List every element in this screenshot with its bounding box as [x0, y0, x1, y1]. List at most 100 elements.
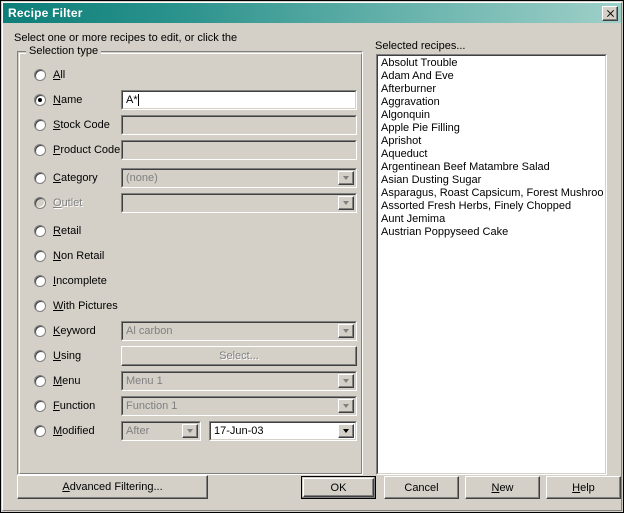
radio-menu[interactable]: Menu [34, 370, 81, 392]
list-item[interactable]: Adam And Eve [379, 70, 604, 83]
option-row-name: Name A* [18, 89, 362, 111]
list-item[interactable]: Aprishot [379, 135, 604, 148]
close-icon[interactable] [602, 5, 618, 21]
radio-label-retail: Retail [53, 225, 82, 237]
option-row-product-code: Product Code [18, 139, 362, 161]
radio-button-using-icon [34, 350, 46, 362]
cancel-button[interactable]: Cancel [384, 476, 459, 499]
option-row-menu: Menu Menu 1 [18, 370, 362, 392]
radio-button-incomplete-icon [34, 275, 46, 287]
field-value-menu: Menu 1 [126, 375, 163, 387]
chevron-down-icon [338, 374, 354, 388]
textbox-name[interactable]: A* [121, 90, 357, 110]
list-item[interactable]: Asparagus, Roast Capsicum, Forest Mushro… [379, 187, 604, 200]
textbox-product-code [121, 140, 357, 160]
radio-name[interactable]: Name [34, 89, 82, 111]
option-row-with-pictures: With Pictures [18, 295, 362, 317]
select-button-label: Select... [219, 350, 259, 362]
option-row-non-retail: Non Retail [18, 245, 362, 267]
selection-type-groupbox: Selection type All Name A* Stock Code Produc… [17, 45, 363, 475]
radio-retail[interactable]: Retail [34, 220, 81, 242]
ok-button-face: OK [303, 478, 374, 497]
radio-button-product-code-icon [34, 144, 46, 156]
list-item[interactable]: Argentinean Beef Matambre Salad [379, 161, 604, 174]
field-value-name: A* [126, 94, 138, 106]
radio-non-retail[interactable]: Non Retail [34, 245, 104, 267]
list-item[interactable]: Apple Pie Filling [379, 122, 604, 135]
new-button-label: New [491, 481, 514, 494]
option-row-modified: Modified After 17-Jun-03 [18, 420, 362, 442]
list-item[interactable]: Aggravation [379, 96, 604, 109]
field-value-keyword: Al carbon [126, 325, 173, 337]
radio-button-all-icon [34, 69, 46, 81]
option-row-function: Function Function 1 [18, 395, 362, 417]
radio-label-stock-code: Stock Code [53, 119, 110, 131]
radio-button-modified-icon [34, 425, 46, 437]
help-button-label: Help [572, 481, 595, 494]
radio-product-code[interactable]: Product Code [34, 139, 120, 161]
radio-all[interactable]: All [34, 64, 65, 86]
field-value-function: Function 1 [126, 400, 178, 412]
list-item[interactable]: Afterburner [379, 83, 604, 96]
chevron-down-icon [338, 196, 354, 210]
datepicker-modified[interactable]: 17-Jun-03 [209, 421, 357, 441]
radio-button-retail-icon [34, 225, 46, 237]
chevron-down-icon [338, 171, 354, 185]
help-button[interactable]: Help [546, 476, 621, 499]
option-row-category: Category (none) [18, 167, 362, 189]
list-item[interactable]: Assorted Fresh Herbs, Finely Chopped [379, 200, 604, 213]
field-inner-bevel [122, 91, 356, 109]
option-row-outlet: Outlet [18, 192, 362, 214]
list-item[interactable]: Aunt Jemima [379, 213, 604, 226]
dialog-client-area: Select one or more recipes to edit, or c… [3, 24, 621, 510]
radio-with-pictures[interactable]: With Pictures [34, 295, 118, 317]
selected-recipes-listbox[interactable]: Absolut Trouble Adam And Eve Afterburner Ag… [376, 54, 607, 475]
list-item[interactable]: Austrian Poppyseed Cake [379, 226, 604, 239]
field-value-category: (none) [126, 172, 158, 184]
combobox-category: (none) [121, 168, 357, 188]
ok-button[interactable]: OK [301, 476, 376, 499]
field-inner-bevel [122, 116, 356, 134]
radio-function[interactable]: Function [34, 395, 95, 417]
radio-stock-code[interactable]: Stock Code [34, 114, 110, 136]
radio-button-menu-icon [34, 375, 46, 387]
select-button: Select... [121, 346, 357, 366]
radio-keyword[interactable]: Keyword [34, 320, 96, 342]
calendar-dropdown-icon[interactable] [338, 424, 354, 438]
chevron-down-icon [182, 424, 198, 438]
radio-using[interactable]: Using [34, 345, 81, 367]
option-row-retail: Retail [18, 220, 362, 242]
list-item[interactable]: Absolut Trouble [379, 57, 604, 70]
combobox-outlet [121, 193, 357, 213]
advanced-filtering-button[interactable]: Advanced Filtering... [17, 475, 208, 499]
radio-button-with-pictures-icon [34, 300, 46, 312]
radio-label-modified: Modified [53, 425, 95, 437]
combobox-function: Function 1 [121, 396, 357, 416]
option-row-all: All [18, 64, 362, 86]
radio-label-outlet: Outlet [53, 197, 83, 209]
list-item[interactable]: Aqueduct [379, 148, 604, 161]
field-inner-bevel [122, 194, 356, 212]
title-bar: Recipe Filter [3, 3, 621, 23]
list-item[interactable]: Algonquin [379, 109, 604, 122]
radio-modified[interactable]: Modified [34, 420, 95, 442]
chevron-down-icon [338, 324, 354, 338]
radio-label-non-retail: Non Retail [53, 250, 105, 262]
list-item[interactable]: Asian Dusting Sugar [379, 174, 604, 187]
radio-label-menu: Menu [53, 375, 81, 387]
field-value-modified-comparison: After [126, 425, 150, 437]
option-row-keyword: Keyword Al carbon [18, 320, 362, 342]
combobox-modified-comparison: After [121, 421, 201, 441]
recipe-filter-dialog: Recipe Filter Select one or more recipes… [0, 0, 624, 513]
field-inner-bevel [122, 141, 356, 159]
radio-incomplete[interactable]: Incomplete [34, 270, 107, 292]
advanced-filtering-label: Advanced Filtering... [62, 481, 163, 493]
recipe-items-container: Absolut Trouble Adam And Eve Afterburner Ag… [379, 57, 604, 472]
radio-label-name: Name [53, 94, 83, 106]
option-row-incomplete: Incomplete [18, 270, 362, 292]
radio-label-category: Category [53, 172, 98, 184]
new-button[interactable]: New [465, 476, 540, 499]
option-row-using: Using Select... [18, 345, 362, 367]
radio-category[interactable]: Category [34, 167, 98, 189]
radio-button-name-icon [34, 94, 46, 106]
